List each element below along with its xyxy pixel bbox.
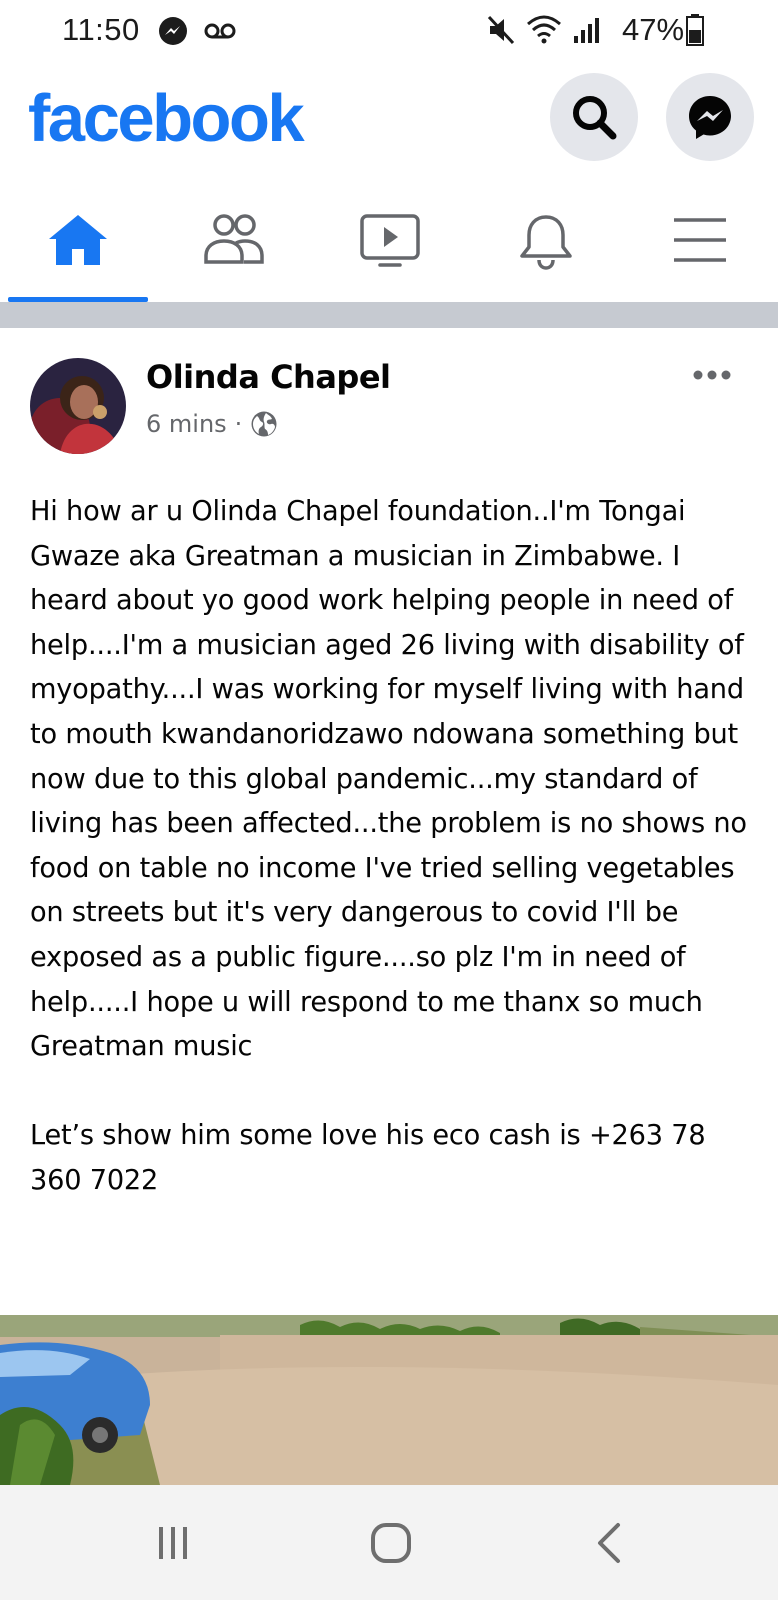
post-time[interactable]: 6 mins	[146, 410, 227, 438]
battery-icon	[686, 14, 704, 51]
search-button[interactable]	[550, 73, 638, 161]
tab-watch[interactable]	[320, 196, 460, 302]
messenger-icon	[689, 96, 731, 139]
tab-bar	[0, 196, 778, 302]
menu-icon	[674, 218, 726, 262]
voicemail-icon	[204, 22, 236, 45]
notifications-icon	[520, 215, 572, 270]
post-photo[interactable]	[0, 1315, 778, 1485]
globe-icon	[251, 411, 277, 437]
tab-home[interactable]	[8, 196, 148, 302]
home-icon	[49, 215, 107, 265]
facebook-logo: facebook	[28, 81, 305, 156]
wifi-icon	[526, 14, 562, 49]
recent-apps-icon	[159, 1526, 187, 1559]
tab-friends[interactable]	[164, 196, 304, 302]
post-author[interactable]: Olinda Chapel	[146, 358, 391, 396]
system-navigation-bar	[0, 1485, 778, 1600]
status-bar: 11:50 47%	[0, 0, 778, 64]
battery-percentage: 47%	[622, 12, 685, 47]
signal-icon	[572, 16, 600, 49]
tab-notifications[interactable]	[476, 196, 616, 302]
feed-divider	[0, 302, 778, 328]
post-options-button[interactable]	[690, 360, 734, 390]
home-button-icon	[371, 1522, 411, 1563]
search-icon	[573, 96, 617, 140]
watch-icon	[360, 214, 420, 267]
home-button[interactable]	[331, 1485, 451, 1600]
friends-icon	[204, 214, 264, 264]
back-icon	[598, 1522, 620, 1563]
post-body-text: Hi how ar u Olinda Chapel foundation..I'…	[30, 496, 747, 1196]
meta-separator: ·	[234, 410, 243, 438]
more-options-icon	[693, 370, 731, 380]
messenger-notification-icon	[158, 16, 188, 51]
recent-apps-button[interactable]	[113, 1485, 233, 1600]
back-button[interactable]	[549, 1485, 669, 1600]
status-time: 11:50	[62, 12, 140, 47]
messenger-button[interactable]	[666, 73, 754, 161]
author-avatar[interactable]	[30, 358, 126, 454]
mute-icon	[486, 14, 516, 51]
post-meta: 6 mins ·	[146, 410, 278, 438]
tab-menu[interactable]	[630, 196, 770, 302]
